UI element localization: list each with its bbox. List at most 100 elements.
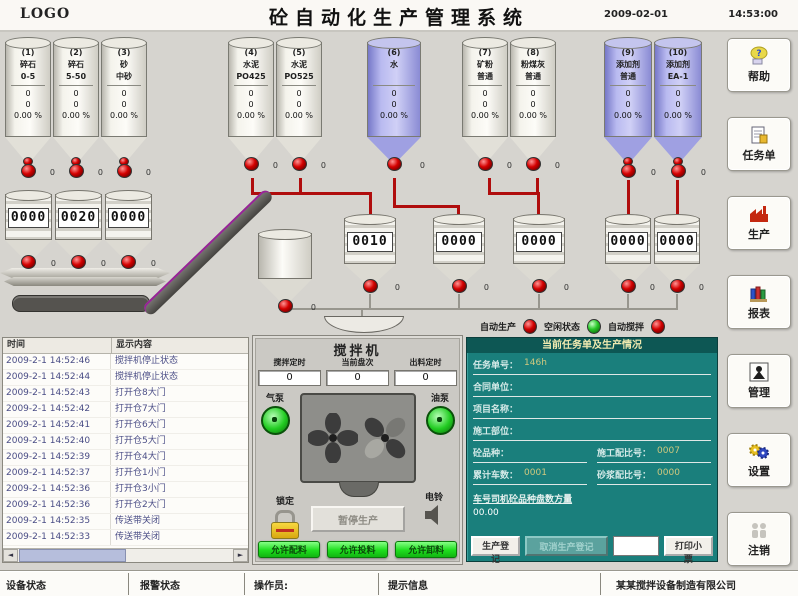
- powder-weigh-hopper: 0000 0: [513, 218, 565, 293]
- sidebar-button-label: 设置: [748, 463, 770, 479]
- scrollbar-thumb[interactable]: [19, 549, 126, 562]
- gate-valve-indicator[interactable]: [387, 157, 402, 171]
- gate-valve-indicator[interactable]: [21, 255, 36, 269]
- print-ticket-button[interactable]: 打印小票: [664, 536, 713, 556]
- log-row[interactable]: 2009-2-1 14:52:35 传送带关闭: [3, 514, 248, 530]
- task-field: 砼品种：: [473, 446, 587, 463]
- silo-material: 矿粉: [463, 59, 507, 71]
- logout-button[interactable]: 注销: [727, 512, 791, 566]
- silo-value: 0: [277, 99, 321, 110]
- air-pump-indicator[interactable]: [261, 406, 290, 435]
- logout-icon: [748, 520, 770, 540]
- silo-spec: EA-1: [655, 71, 701, 83]
- mixer-discharge-gate[interactable]: [339, 482, 379, 497]
- log-row[interactable]: 2009-2-1 14:52:42 打开仓7大门: [3, 402, 248, 418]
- gate-valve-indicator[interactable]: [671, 164, 686, 178]
- log-row[interactable]: 2009-2-1 14:52:43 打开仓8大门: [3, 386, 248, 402]
- gate-valve-indicator[interactable]: [278, 299, 293, 313]
- scada-screen: LOGO 砼自动化生产管理系统 2009-02-01 14:53:00: [0, 0, 798, 596]
- silo-number: (7): [463, 47, 507, 59]
- gate-valve-indicator[interactable]: [621, 279, 636, 293]
- divider: [610, 85, 646, 86]
- management-button[interactable]: 管理: [727, 354, 791, 408]
- silo-value: 0: [6, 88, 50, 99]
- flat-conveyor-belt[interactable]: [12, 295, 150, 312]
- divider: [373, 85, 415, 86]
- log-row[interactable]: 2009-2-1 14:52:36 打开仓2大门: [3, 498, 248, 514]
- task-field-label: 合同单位：: [473, 380, 518, 396]
- allow-button[interactable]: 允许配料: [258, 541, 320, 558]
- log-time: 2009-2-1 14:52:41: [3, 418, 111, 433]
- gate-valve-indicator[interactable]: [621, 164, 636, 178]
- mixer-blade-icon: [308, 413, 358, 463]
- allow-button[interactable]: 允许投料: [327, 541, 389, 558]
- alarm-status-label: 报警状态: [140, 577, 180, 592]
- log-time: 2009-2-1 14:52:40: [3, 434, 111, 449]
- gate-valve-indicator[interactable]: [71, 255, 86, 269]
- padlock-icon[interactable]: [271, 522, 299, 539]
- weighing-tray: [0, 268, 170, 278]
- log-time: 2009-2-1 14:52:46: [3, 354, 111, 369]
- gate-valve-indicator[interactable]: [452, 279, 467, 293]
- gate-valve-indicator[interactable]: [670, 279, 685, 293]
- gate-valve-indicator[interactable]: [121, 255, 136, 269]
- silo-material: 砂: [102, 59, 146, 71]
- log-row[interactable]: 2009-2-1 14:52:36 打开仓3小门: [3, 482, 248, 498]
- log-message: 打开仓4大门: [111, 450, 248, 465]
- cancel-register-button[interactable]: 取消生产登记: [525, 536, 608, 556]
- gate-valve-indicator[interactable]: [478, 157, 493, 171]
- log-message: 搅拌机停止状态: [111, 354, 248, 369]
- silo: (9) 添加剂 普通 0 0 0.00 % 0: [604, 42, 652, 178]
- task-order-icon: [749, 125, 769, 145]
- task-input-field[interactable]: [613, 536, 659, 556]
- aggregate-silo-group: (1) 碎石 0-5 0 0 0.00 % 0: [5, 42, 147, 178]
- oil-pump-indicator[interactable]: [426, 406, 455, 435]
- gate-valve-indicator[interactable]: [532, 279, 547, 293]
- task-orders-button[interactable]: 任务单: [727, 117, 791, 171]
- gate-valve-indicator[interactable]: [363, 279, 378, 293]
- log-row[interactable]: 2009-2-1 14:52:44 搅拌机停止状态: [3, 370, 248, 386]
- gate-valve-indicator[interactable]: [117, 164, 132, 178]
- scroll-right-icon[interactable]: ►: [233, 549, 248, 562]
- allow-button[interactable]: 允许卸料: [395, 541, 457, 558]
- schematic-stage: (1) 碎石 0-5 0 0 0.00 % 0: [0, 32, 798, 570]
- gate-valve-indicator[interactable]: [69, 164, 84, 178]
- divider: [282, 85, 316, 86]
- log-row[interactable]: 2009-2-1 14:52:41 打开仓6大门: [3, 418, 248, 434]
- inclined-conveyor-belt[interactable]: [142, 188, 275, 317]
- silo-number: (10): [655, 47, 701, 59]
- reports-button[interactable]: 报表: [727, 275, 791, 329]
- column-header: 方量: [554, 492, 572, 505]
- gate-valve-indicator[interactable]: [526, 157, 541, 171]
- task-field-label: 累计车数：: [473, 468, 518, 484]
- scroll-left-icon[interactable]: ◄: [3, 549, 18, 562]
- production-register-button[interactable]: 生产登记: [471, 536, 520, 556]
- log-row[interactable]: 2009-2-1 14:52:40 打开仓5大门: [3, 434, 248, 450]
- help-button[interactable]: ? 帮助: [727, 38, 791, 92]
- gate-valve-indicator[interactable]: [21, 164, 36, 178]
- weight-display: 0010: [347, 232, 393, 252]
- speaker-icon[interactable]: [423, 503, 445, 527]
- water-silo-group: (6) 水 0 0 0.00 % 0: [367, 42, 421, 171]
- log-row[interactable]: 2009-2-1 14:52:46 搅拌机停止状态: [3, 354, 248, 370]
- date-display: 2009-02-01: [604, 9, 668, 20]
- pause-production-button[interactable]: 暂停生产: [311, 506, 405, 532]
- scrollbar-track[interactable]: [126, 549, 233, 562]
- log-message: 传送带关闭: [111, 514, 248, 529]
- device-status-label: 设备状态: [6, 577, 46, 592]
- production-button[interactable]: 生产: [727, 196, 791, 250]
- task-field: 施工配比号： 0007: [597, 446, 711, 463]
- task-field-label: 施工配比号：: [597, 446, 651, 462]
- gate-valve-indicator[interactable]: [244, 157, 259, 171]
- settings-button[interactable]: 设置: [727, 433, 791, 487]
- air-pump-label: 气泵: [257, 391, 293, 404]
- valve-value: 0: [484, 283, 489, 292]
- horizontal-scrollbar[interactable]: ◄ ►: [3, 548, 248, 562]
- column-header: 砼品种: [509, 492, 536, 505]
- log-row[interactable]: 2009-2-1 14:52:39 打开仓4大门: [3, 450, 248, 466]
- log-row[interactable]: 2009-2-1 14:52:37 打开仓1小门: [3, 466, 248, 482]
- silo-material: 添加剂: [655, 59, 701, 71]
- task-field-label: 任务单号：: [473, 358, 518, 374]
- gate-valve-indicator[interactable]: [292, 157, 307, 171]
- log-row[interactable]: 2009-2-1 14:52:33 传送带关闭: [3, 530, 248, 546]
